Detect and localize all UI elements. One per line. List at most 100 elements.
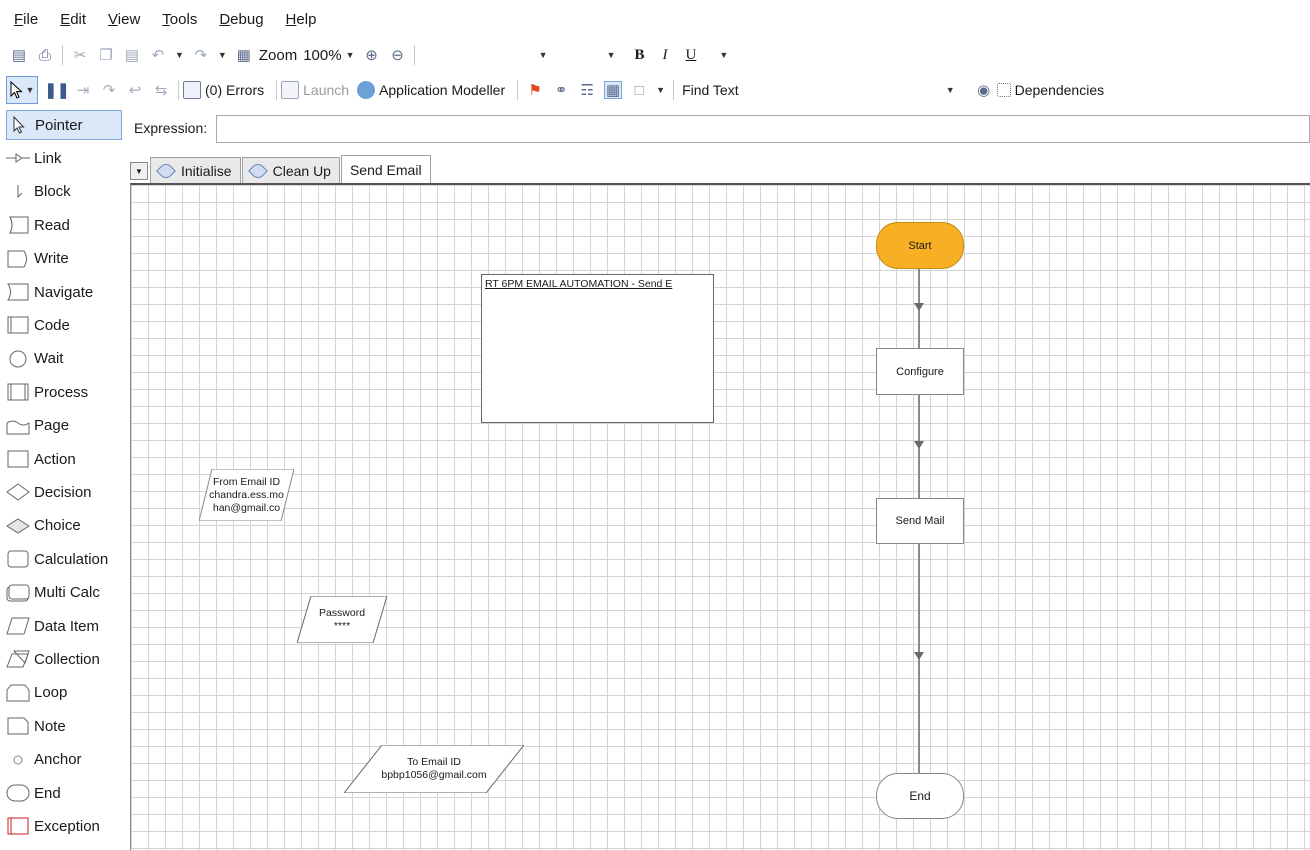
- find-text-input[interactable]: ▼: [743, 78, 963, 102]
- zoom-out-icon[interactable]: ⊖: [388, 46, 406, 64]
- palette-item-block[interactable]: Block: [6, 177, 122, 207]
- italic-button[interactable]: I: [663, 47, 668, 64]
- send-mail-stage[interactable]: Send Mail: [876, 498, 964, 544]
- dependencies-button[interactable]: Dependencies: [996, 82, 1104, 98]
- palette-item-choice[interactable]: Choice: [6, 511, 122, 541]
- stage-palette: Pointer Link Block Read Write Navigate Code Wai…: [0, 108, 128, 850]
- step-out-icon[interactable]: ↩: [126, 81, 144, 99]
- pause-icon[interactable]: ❚❚: [44, 81, 69, 99]
- pointer-icon: [7, 116, 31, 134]
- start-stage[interactable]: Start: [876, 222, 964, 269]
- dependencies-icon: [996, 83, 1011, 97]
- note-icon: [6, 717, 30, 735]
- paste-icon[interactable]: ▤: [123, 46, 141, 64]
- application-modeller-button[interactable]: Application Modeller: [357, 81, 505, 99]
- palette-item-decision[interactable]: Decision: [6, 477, 122, 507]
- watch-icon[interactable]: ⚭: [552, 81, 570, 99]
- zoom-in-icon[interactable]: ⊕: [362, 46, 380, 64]
- read-icon: [6, 216, 30, 234]
- data-item-label: To Email ID: [407, 756, 461, 768]
- configure-stage[interactable]: Configure: [876, 348, 964, 395]
- underline-button[interactable]: U: [686, 47, 697, 64]
- save-icon[interactable]: ▤: [10, 46, 28, 64]
- print-icon[interactable]: ⎙: [36, 46, 54, 64]
- expression-label: Expression:: [134, 120, 208, 136]
- palette-item-data-item[interactable]: Data Item: [6, 611, 122, 641]
- undo-icon[interactable]: ↶: [149, 46, 167, 64]
- palette-item-label: Multi Calc: [34, 584, 100, 602]
- menu-debug[interactable]: Debug: [219, 11, 263, 28]
- reset-icon[interactable]: ⇆: [152, 81, 170, 99]
- menu-view[interactable]: View: [108, 11, 140, 28]
- palette-item-page[interactable]: Page: [6, 411, 122, 441]
- palette-item-anchor[interactable]: Anchor: [6, 745, 122, 775]
- palette-item-calculation[interactable]: Calculation: [6, 544, 122, 574]
- errors-button[interactable]: (0) Errors: [183, 81, 264, 99]
- palette-item-pointer[interactable]: Pointer: [6, 110, 122, 140]
- palette-item-link[interactable]: Link: [6, 143, 122, 173]
- palette-item-wait[interactable]: Wait: [6, 344, 122, 374]
- calculation-icon: [6, 550, 30, 568]
- font-color-dropdown[interactable]: ▼: [719, 50, 728, 60]
- palette-item-exception[interactable]: Exception: [6, 811, 122, 841]
- palette-item-end[interactable]: End: [6, 778, 122, 808]
- zoom-dropdown[interactable]: ▼: [346, 50, 355, 60]
- bold-button[interactable]: B: [634, 47, 644, 64]
- tab-clean-up[interactable]: Clean Up: [241, 157, 340, 184]
- grid-icon[interactable]: ▦: [604, 81, 623, 99]
- cursor-icon: [10, 81, 23, 99]
- palette-item-navigate[interactable]: Navigate: [6, 277, 122, 307]
- tab-initialise[interactable]: Initialise: [150, 157, 241, 184]
- menu-file[interactable]: File: [14, 11, 38, 28]
- menu-edit[interactable]: Edit: [60, 11, 86, 28]
- step-icon[interactable]: ⇥: [74, 81, 92, 99]
- data-item-label: Password: [318, 606, 366, 619]
- palette-item-multi-calc[interactable]: Multi Calc: [6, 578, 122, 608]
- pointer-tool-button[interactable]: ▼: [6, 76, 38, 104]
- tabs-dropdown[interactable]: ▼: [130, 162, 148, 180]
- palette-item-collection[interactable]: Collection: [6, 644, 122, 674]
- flag-icon[interactable]: ⚑: [526, 81, 544, 99]
- zoom-label: Zoom: [258, 46, 298, 64]
- block-icon: [6, 183, 30, 201]
- launch-button[interactable]: Launch: [281, 81, 349, 99]
- binoculars-icon[interactable]: ◉: [975, 81, 993, 99]
- end-stage[interactable]: End: [876, 773, 964, 819]
- data-item-password[interactable]: Password ****: [297, 596, 387, 643]
- menu-tools[interactable]: Tools: [162, 11, 197, 28]
- palette-item-label: Code: [34, 316, 70, 334]
- expression-input[interactable]: [216, 115, 1310, 143]
- palette-item-code[interactable]: Code: [6, 310, 122, 340]
- palette-item-label: Data Item: [34, 617, 100, 635]
- cut-icon[interactable]: ✂: [71, 46, 89, 64]
- palette-item-read[interactable]: Read: [6, 210, 122, 240]
- formatting-toolbar: ▤ ⎙ ✂ ❐ ▤ ↶ ▼ ↷ ▼ ▦ Zoom 100% ▼ ⊕ ⊖ ▼ ▼ …: [0, 38, 1310, 72]
- palette-item-write[interactable]: Write: [6, 244, 122, 274]
- redo-icon[interactable]: ↷: [192, 46, 210, 64]
- step-over-icon[interactable]: ↷: [100, 81, 118, 99]
- data-item-label: From Email ID: [212, 475, 281, 488]
- palette-item-action[interactable]: Action: [6, 444, 122, 474]
- layout-icon[interactable]: □: [630, 81, 648, 99]
- palette-item-loop[interactable]: Loop: [6, 678, 122, 708]
- data-item-value: han@gmail.co: [212, 501, 281, 514]
- font-size-select[interactable]: ▼: [563, 44, 623, 66]
- block-stage[interactable]: RT 6PM EMAIL AUTOMATION - Send E: [481, 274, 714, 423]
- process-canvas[interactable]: RT 6PM EMAIL AUTOMATION - Send E From Em…: [130, 183, 1310, 850]
- menu-help[interactable]: Help: [286, 11, 317, 28]
- palette-item-note[interactable]: Note: [6, 711, 122, 741]
- find-object-icon[interactable]: ☶: [578, 81, 596, 99]
- zoom-value[interactable]: 100%: [303, 47, 341, 64]
- tab-send-email[interactable]: Send Email: [340, 155, 431, 184]
- data-item-from-email[interactable]: From Email ID chandra.ess.mo han@gmail.c…: [199, 469, 294, 521]
- anchor-icon: [6, 751, 30, 769]
- data-item-value: ****: [333, 619, 351, 632]
- data-item-to-email[interactable]: To Email ID bpbp1056@gmail.com: [344, 745, 524, 793]
- wait-icon: [6, 350, 30, 368]
- copy-icon[interactable]: ❐: [97, 46, 115, 64]
- palette-item-label: Link: [34, 149, 62, 167]
- data-item-value: chandra.ess.mo: [209, 488, 284, 501]
- palette-item-process[interactable]: Process: [6, 377, 122, 407]
- font-family-select[interactable]: ▼: [425, 44, 555, 66]
- page-icon: [247, 161, 268, 181]
